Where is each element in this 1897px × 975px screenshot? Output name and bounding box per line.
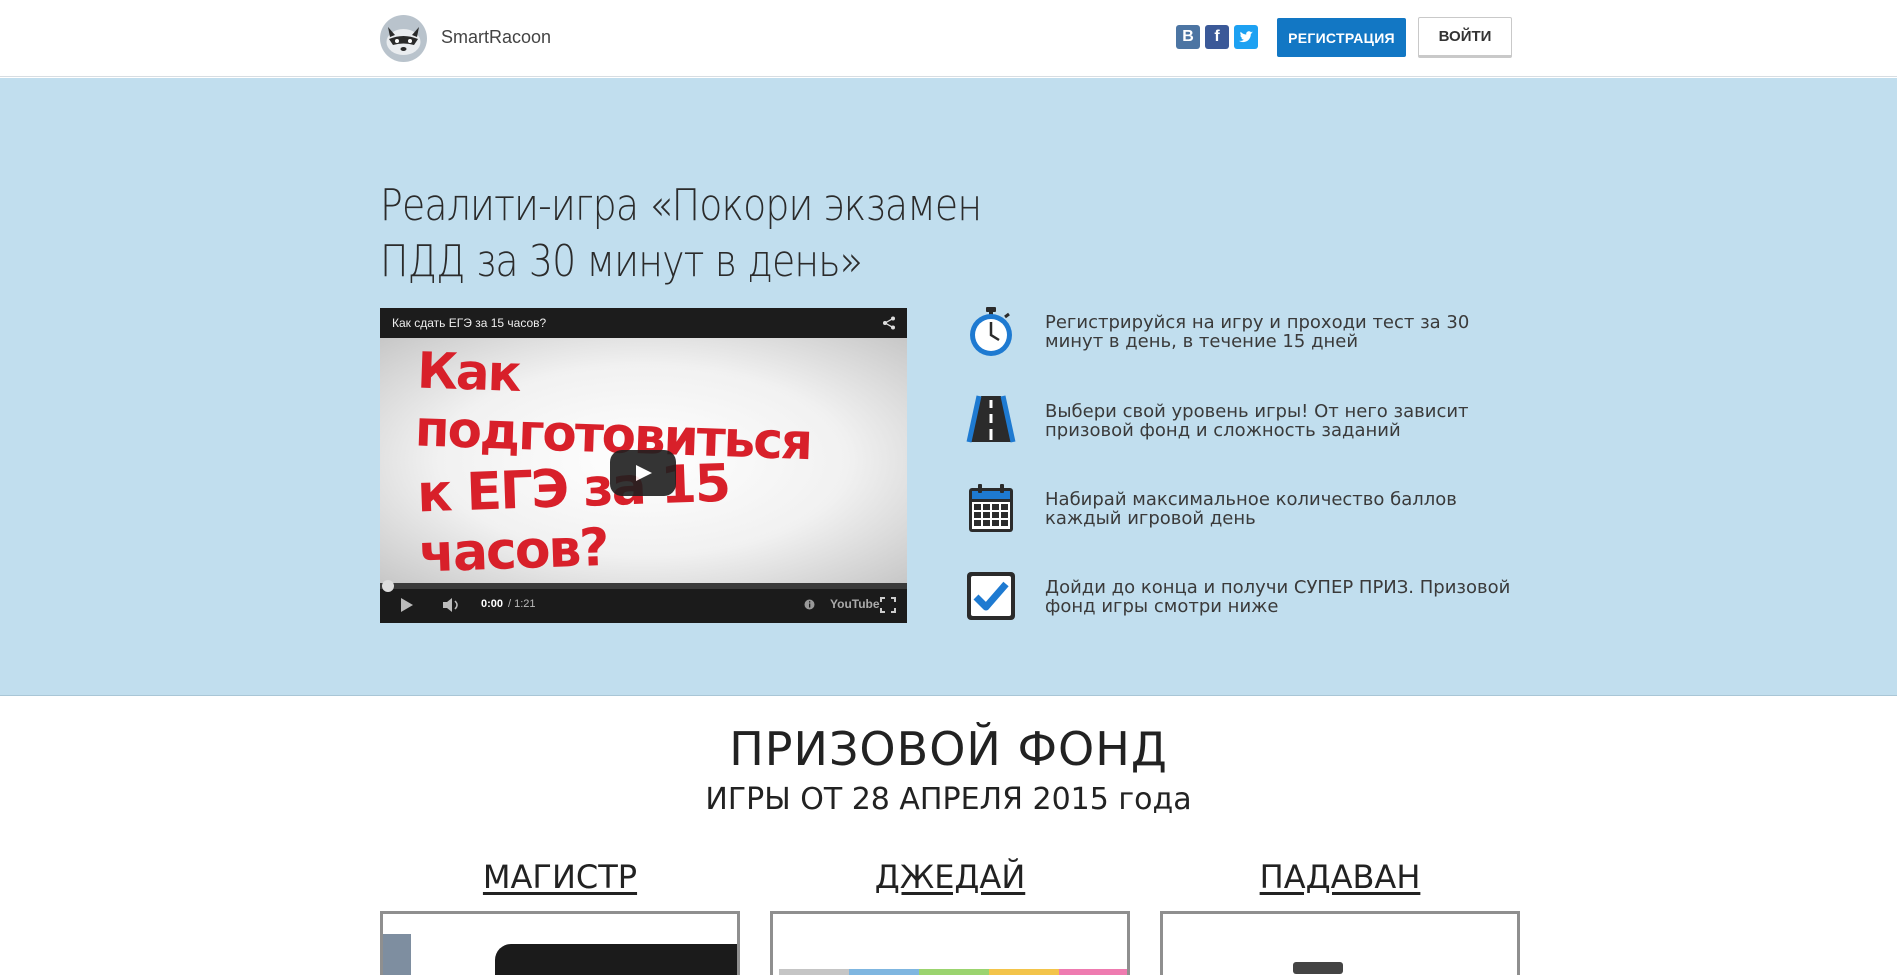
hero-title: Реалити-игра «Покори экзамен ПДД за 30 м…	[380, 178, 999, 290]
progress-knob[interactable]	[382, 580, 394, 592]
feature-text: Выбери свой уровень игры! От него зависи…	[1045, 401, 1469, 441]
raccoon-logo-icon[interactable]	[380, 15, 427, 62]
prize-card-magistr[interactable]	[380, 911, 740, 975]
play-icon[interactable]	[610, 450, 676, 496]
calendar-icon	[969, 484, 1013, 532]
youtube-logo[interactable]: YouTube	[830, 597, 880, 611]
feature-item: Регистрируйся на игру и проходи тест за …	[965, 305, 1525, 365]
facebook-glyph: f	[1214, 28, 1220, 45]
feature-item: Выбери свой уровень игры! От него зависи…	[965, 394, 1525, 454]
prize-subtitle: ИГРЫ ОТ 28 АПРЕЛЯ 2015 года	[705, 782, 1192, 817]
top-header: SmartRacoon В f РЕГИСТРАЦИЯ ВОЙТИ	[0, 0, 1897, 77]
hero-section: Реалити-игра «Покори экзамен ПДД за 30 м…	[0, 78, 1897, 696]
hero-title-line2: ПДД за 30 минут в день»	[380, 236, 863, 287]
register-button[interactable]: РЕГИСТРАЦИЯ	[1277, 18, 1406, 57]
feature-item: Набирай максимальное количество баллов к…	[965, 482, 1525, 542]
level-jedi-link[interactable]: ДЖЕДАЙ	[771, 858, 1129, 896]
hero-title-line1: Реалити-игра «Покори экзамен	[380, 180, 982, 231]
prize-title: ПРИЗОВОЙ ФОНД	[729, 722, 1168, 776]
vk-icon[interactable]: В	[1176, 25, 1200, 49]
time-current: 0:00	[481, 598, 504, 610]
feature-text: Набирай максимальное количество баллов к…	[1045, 489, 1457, 529]
feature-text: Дойди до конца и получи СУПЕР ПРИЗ. Приз…	[1045, 577, 1511, 617]
prize-image	[495, 944, 737, 975]
vk-glyph: В	[1182, 28, 1194, 45]
prize-card-padawan[interactable]	[1160, 911, 1520, 975]
stopwatch-icon	[970, 307, 1012, 356]
level-magistr-link[interactable]: МАГИСТР	[381, 858, 739, 896]
info-icon[interactable]	[804, 599, 815, 610]
facebook-icon[interactable]: f	[1205, 25, 1229, 49]
volume-icon[interactable]	[442, 597, 462, 613]
checkbox-icon	[967, 572, 1015, 620]
video-title-bar: Как сдать ЕГЭ за 15 часов?	[380, 308, 907, 338]
time-total: / 1:21	[508, 598, 536, 610]
feature-text: Регистрируйся на игру и проходи тест за …	[1045, 312, 1470, 352]
fullscreen-icon[interactable]	[880, 597, 896, 613]
video-title[interactable]: Как сдать ЕГЭ за 15 часов?	[392, 316, 546, 330]
video-player[interactable]: Как сдать ЕГЭ за 15 часов? Как подготови…	[380, 308, 907, 623]
play-small-icon[interactable]	[400, 597, 414, 613]
prize-image	[1293, 962, 1343, 974]
level-padawan-link[interactable]: ПАДАВАН	[1161, 858, 1519, 896]
road-icon	[966, 395, 1016, 443]
login-button[interactable]: ВОЙТИ	[1418, 17, 1512, 58]
share-icon[interactable]	[882, 316, 896, 330]
twitter-icon[interactable]	[1234, 25, 1258, 49]
video-controls: 0:00 / 1:21 YouTube	[380, 580, 907, 623]
prize-card-jedi[interactable]	[770, 911, 1130, 975]
progress-bar[interactable]	[380, 580, 907, 592]
site-name[interactable]: SmartRacoon	[441, 27, 551, 48]
prize-image	[779, 969, 1127, 975]
feature-item: Дойди до конца и получи СУПЕР ПРИЗ. Приз…	[965, 570, 1525, 630]
prize-image	[383, 934, 411, 975]
video-thumbnail[interactable]: Как подготовиться к ЕГЭ за 15 часов?	[380, 338, 907, 584]
